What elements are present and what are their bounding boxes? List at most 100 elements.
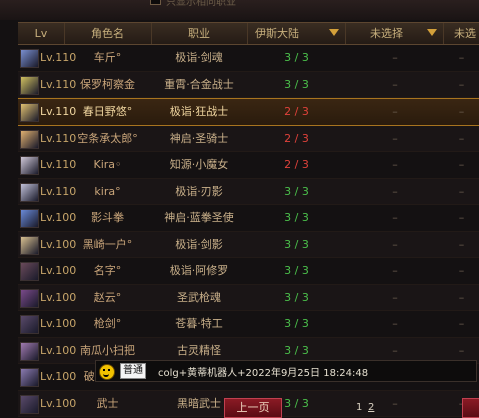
job-cell: 极诣·狂战士 (169, 105, 229, 118)
job-cell: 极诣·刃影 (175, 184, 223, 198)
same-job-checkbox[interactable] (150, 0, 161, 5)
clear-count-cell: 3 / 3 (284, 317, 309, 330)
character-avatar (20, 394, 39, 414)
table-row[interactable]: Lv.110 车斤° 极诣·剑魂 3 / 3– – (18, 45, 479, 72)
dungeon-2-cell: – (392, 77, 398, 91)
table-row[interactable]: Lv.100 黑崎一户° 极诣·剑影 3 / 3– – (18, 231, 479, 258)
table-row[interactable]: Lv.100 影斗拳 神启·蓝拳圣使 3 / 3– – (18, 205, 479, 232)
dungeon-2-cell: – (392, 158, 398, 171)
smiley-icon[interactable] (99, 364, 115, 380)
dungeon-3-cell: – (458, 131, 465, 145)
dungeon-3-cell: – (458, 290, 465, 304)
chat-bar: 普通 colg+黄蒂机器人+2022年9月25日 18:24:48 (95, 360, 477, 382)
clear-count-cell: 2 / 3 (284, 158, 309, 171)
job-cell: 极诣·阿修罗 (169, 264, 229, 277)
name-cell: 赵云° (93, 290, 122, 304)
clear-count-cell: 3 / 3 (284, 51, 309, 64)
name-cell: kira° (94, 184, 121, 198)
character-avatar (20, 368, 39, 387)
dungeon-2-cell: – (392, 237, 398, 251)
clear-count-cell: 2 / 3 (284, 131, 309, 145)
character-avatar (20, 129, 39, 149)
name-cell: 南瓜小扫把 (80, 343, 135, 357)
top-strip: 只显示相同职业 (0, 0, 479, 20)
dropdown-arrow-icon (427, 29, 437, 36)
dungeon-3-cell: – (458, 51, 465, 64)
dungeon-select-3-label: 未选 (454, 27, 476, 40)
dungeon-2-cell: – (392, 51, 398, 64)
name-cell: 名字° (93, 264, 122, 277)
dropdown-arrow-icon (329, 29, 339, 36)
dungeon-3-cell: – (458, 77, 465, 91)
character-avatar (20, 315, 39, 334)
name-cell: 保罗柯察金 (80, 77, 135, 91)
chat-channel-tag[interactable]: 普通 (120, 363, 146, 379)
dungeon-2-cell: – (392, 317, 398, 330)
table-row[interactable]: Lv.100 名字° 极诣·阿修罗 3 / 3– – (18, 258, 479, 285)
dungeon-3-cell: – (458, 184, 465, 198)
job-cell: 神启·蓝拳圣使 (164, 211, 234, 224)
name-cell: 枪剑° (93, 317, 122, 330)
dungeon-select-1-label: 伊斯大陆 (255, 27, 299, 40)
character-avatar (20, 235, 39, 255)
table-row[interactable]: Lv.110 Kira◦ 知源·小魔女 2 / 3– – (18, 152, 479, 179)
character-avatar (20, 103, 39, 122)
dungeon-2-cell: – (392, 211, 398, 224)
name-cell: 春日野悠° (82, 105, 133, 118)
dungeon-3-cell: – (458, 158, 465, 171)
name-cell: 空条承太郎° (77, 131, 138, 145)
prev-page-button[interactable]: 上一页 (224, 398, 282, 418)
dungeon-2-cell: – (392, 184, 398, 198)
character-avatar (20, 49, 39, 68)
table-header: Lv 角色名 职业 伊斯大陆 未选择 未选 (18, 22, 479, 45)
table-row[interactable]: Lv.110 kira° 极诣·刃影 3 / 3– – (18, 178, 479, 205)
same-job-label: 只显示相同职业 (166, 0, 236, 8)
character-avatar (20, 341, 39, 361)
dungeon-3-cell: – (458, 317, 465, 330)
dungeon-select-3[interactable]: 未选 (444, 23, 479, 44)
clear-count-cell: 3 / 3 (284, 343, 309, 357)
character-table: Lv 角色名 职业 伊斯大陆 未选择 未选 Lv.110 车斤° 极诣·剑魂 3 / … (18, 22, 479, 417)
header-job[interactable]: 职业 (151, 23, 248, 44)
job-cell: 极诣·剑魂 (175, 51, 223, 64)
job-cell: 极诣·剑影 (175, 237, 223, 251)
page-2-link[interactable]: 2 (368, 402, 374, 413)
character-avatar (20, 182, 39, 202)
name-cell: Kira◦ (93, 158, 122, 171)
job-cell: 神启·圣骑士 (169, 131, 229, 145)
next-page-button[interactable] (462, 398, 479, 418)
clear-count-cell: 3 / 3 (284, 290, 309, 304)
dungeon-2-cell: – (392, 290, 398, 304)
character-avatar (20, 75, 39, 95)
dungeon-2-cell: – (392, 264, 398, 277)
character-avatar (20, 156, 39, 175)
name-cell: 车斤° (93, 51, 122, 64)
clear-count-cell: 3 / 3 (284, 184, 309, 198)
clear-count-cell: 3 / 3 (284, 264, 309, 277)
header-lv[interactable]: Lv (18, 23, 65, 44)
dungeon-select-2[interactable]: 未选择 (346, 23, 444, 44)
dungeon-3-cell: – (458, 343, 465, 357)
job-cell: 知源·小魔女 (169, 158, 229, 171)
name-cell: 武士 (96, 396, 119, 410)
clear-count-cell: 2 / 3 (284, 105, 309, 118)
table-row[interactable]: Lv.100 赵云° 圣武枪魂 3 / 3– – (18, 284, 479, 311)
character-avatar (20, 209, 39, 228)
job-cell: 圣武枪魂 (177, 290, 221, 304)
page-1-link[interactable]: 1 (356, 402, 362, 413)
header-name[interactable]: 角色名 (64, 23, 152, 44)
table-row[interactable]: Lv.100 枪剑° 苍暮·特工 3 / 3– – (18, 311, 479, 338)
dungeon-3-cell: – (458, 264, 465, 277)
dungeon-3-cell: – (458, 237, 465, 251)
dungeon-select-2-label: 未选择 (370, 27, 403, 40)
name-cell: 影斗拳 (91, 211, 124, 224)
clear-count-cell: 3 / 3 (284, 211, 309, 224)
table-row[interactable]: Lv.110 春日野悠° 极诣·狂战士 2 / 3– – (18, 98, 479, 126)
dungeon-select-1[interactable]: 伊斯大陆 (247, 23, 346, 44)
character-avatar (20, 262, 39, 281)
dungeon-2-cell: – (392, 343, 398, 357)
dungeon-3-cell: – (458, 211, 465, 224)
table-row[interactable]: Lv.110 空条承太郎° 神启·圣骑士 2 / 3– – (18, 125, 479, 152)
name-cell: 黑崎一户° (82, 237, 133, 251)
table-row[interactable]: Lv.110 保罗柯察金 重霄·合金战士 3 / 3– – (18, 71, 479, 98)
